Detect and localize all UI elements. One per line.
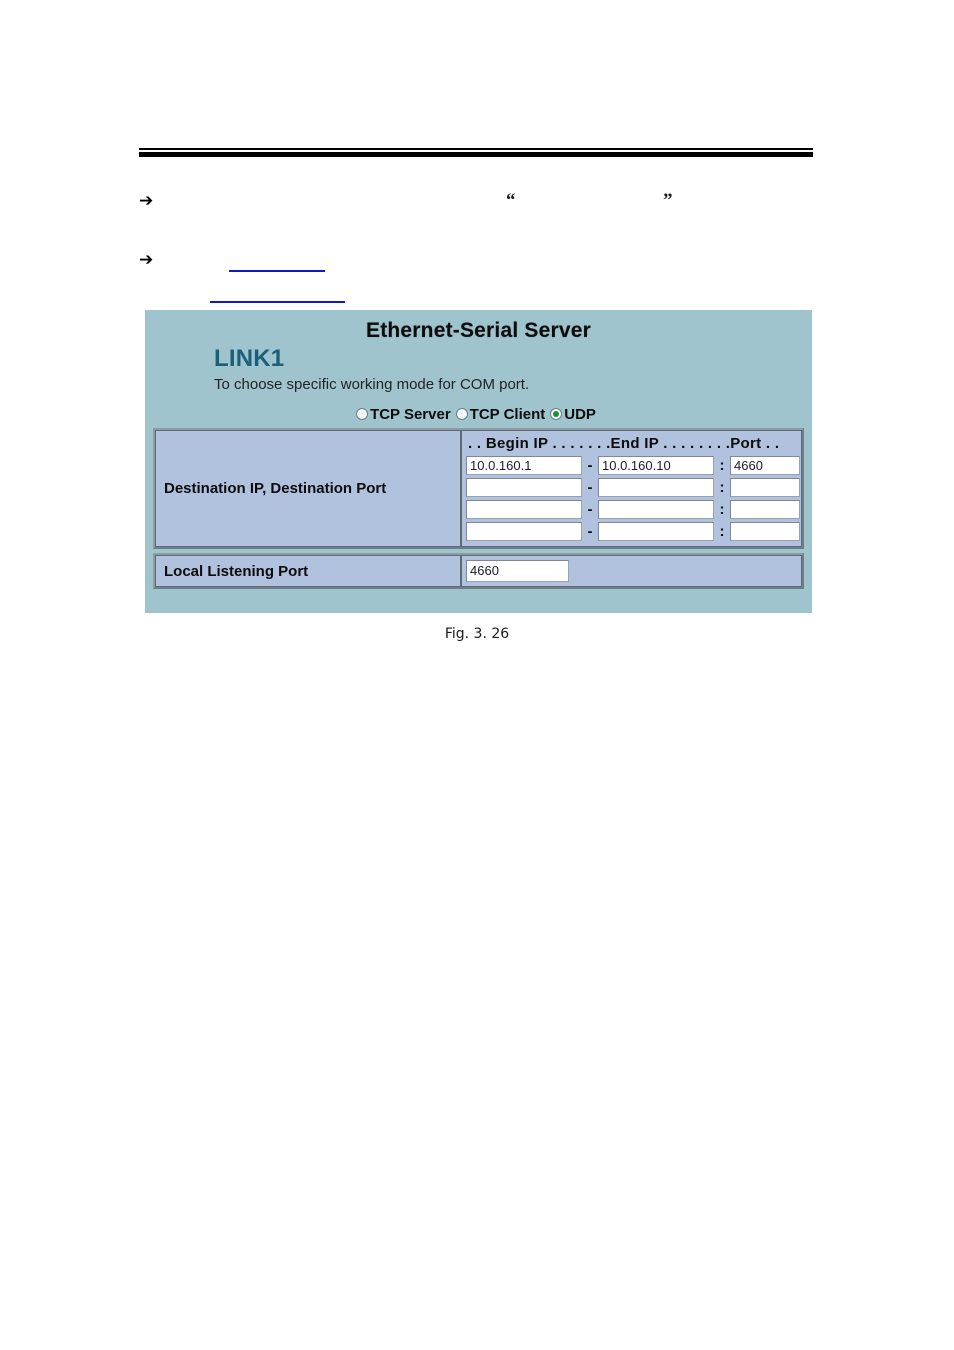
port-input-2[interactable]	[730, 478, 800, 497]
dash-separator: -	[587, 501, 593, 518]
port-input-4[interactable]	[730, 522, 800, 541]
end-ip-input-2[interactable]	[598, 478, 714, 497]
figure-caption: Fig. 3. 26	[444, 626, 510, 642]
bullet-item-1: ➔	[139, 190, 163, 212]
working-mode-radio-group: TCP Server TCP Client UDP	[145, 406, 812, 424]
destination-entry-row: - :	[466, 456, 801, 475]
begin-ip-input-4[interactable]	[466, 522, 582, 541]
end-ip-input-3[interactable]	[598, 500, 714, 519]
rule-thick-line	[139, 152, 813, 157]
radio-checked-icon[interactable]	[550, 408, 563, 420]
local-port-row-label: Local Listening Port	[155, 555, 461, 587]
bullet-item-2: ➔	[139, 249, 163, 271]
begin-ip-input-3[interactable]	[466, 500, 582, 519]
port-input-1[interactable]	[730, 456, 800, 475]
dash-separator: -	[587, 479, 593, 496]
horizontal-rule	[139, 148, 813, 157]
radio-option-udp[interactable]: UDP	[550, 406, 601, 424]
radio-unchecked-icon[interactable]	[356, 408, 369, 420]
radio-label-tcp-client: TCP Client	[469, 406, 546, 423]
colon-separator: :	[719, 457, 725, 474]
begin-ip-input-1[interactable]	[466, 456, 582, 475]
arrow-right-icon: ➔	[139, 191, 154, 211]
end-ip-input-1[interactable]	[598, 456, 714, 475]
radio-label-udp: UDP	[564, 406, 596, 423]
local-listening-port-table: Local Listening Port	[153, 553, 804, 589]
page-title: Ethernet-Serial Server	[365, 319, 591, 342]
ethernet-serial-server-panel: Ethernet-Serial Server LINK1 To choose s…	[145, 310, 812, 613]
dash-separator: -	[587, 457, 593, 474]
destination-entry-row: - :	[466, 522, 801, 541]
local-listening-port-input[interactable]	[466, 560, 569, 582]
destination-row-label: Destination IP, Destination Port	[155, 430, 461, 547]
local-port-field-cell	[461, 555, 802, 587]
hyperlink-2[interactable]	[210, 283, 345, 303]
colon-separator: :	[719, 523, 725, 540]
begin-ip-input-2[interactable]	[466, 478, 582, 497]
destination-entry-row: - :	[466, 478, 801, 497]
colon-separator: :	[719, 479, 725, 496]
radio-label-tcp-server: TCP Server	[370, 406, 451, 423]
destination-ip-port-table: Destination IP, Destination Port . . Beg…	[153, 428, 804, 549]
port-input-3[interactable]	[730, 500, 800, 519]
link-name-heading: LINK1	[214, 345, 285, 372]
quote-close-mark: ”	[663, 190, 673, 211]
radio-option-tcp-client[interactable]: TCP Client	[455, 406, 551, 424]
destination-column-header: . . Begin IP . . . . . . .End IP . . . .…	[468, 435, 780, 452]
radio-option-tcp-server[interactable]: TCP Server	[356, 406, 456, 424]
settings-tables: Destination IP, Destination Port . . Beg…	[153, 428, 804, 589]
arrow-right-icon: ➔	[139, 250, 154, 270]
dash-separator: -	[587, 523, 593, 540]
hyperlink-1[interactable]	[229, 252, 325, 272]
quote-open-mark: “	[506, 190, 516, 211]
table-row: Destination IP, Destination Port . . Beg…	[155, 430, 802, 547]
table-row: Local Listening Port	[155, 555, 802, 587]
end-ip-input-4[interactable]	[598, 522, 714, 541]
radio-unchecked-icon[interactable]	[455, 408, 468, 420]
colon-separator: :	[719, 501, 725, 518]
panel-description: To choose specific working mode for COM …	[214, 376, 530, 393]
destination-fields-cell: . . Begin IP . . . . . . .End IP . . . .…	[461, 430, 802, 547]
destination-entry-row: - :	[466, 500, 801, 519]
